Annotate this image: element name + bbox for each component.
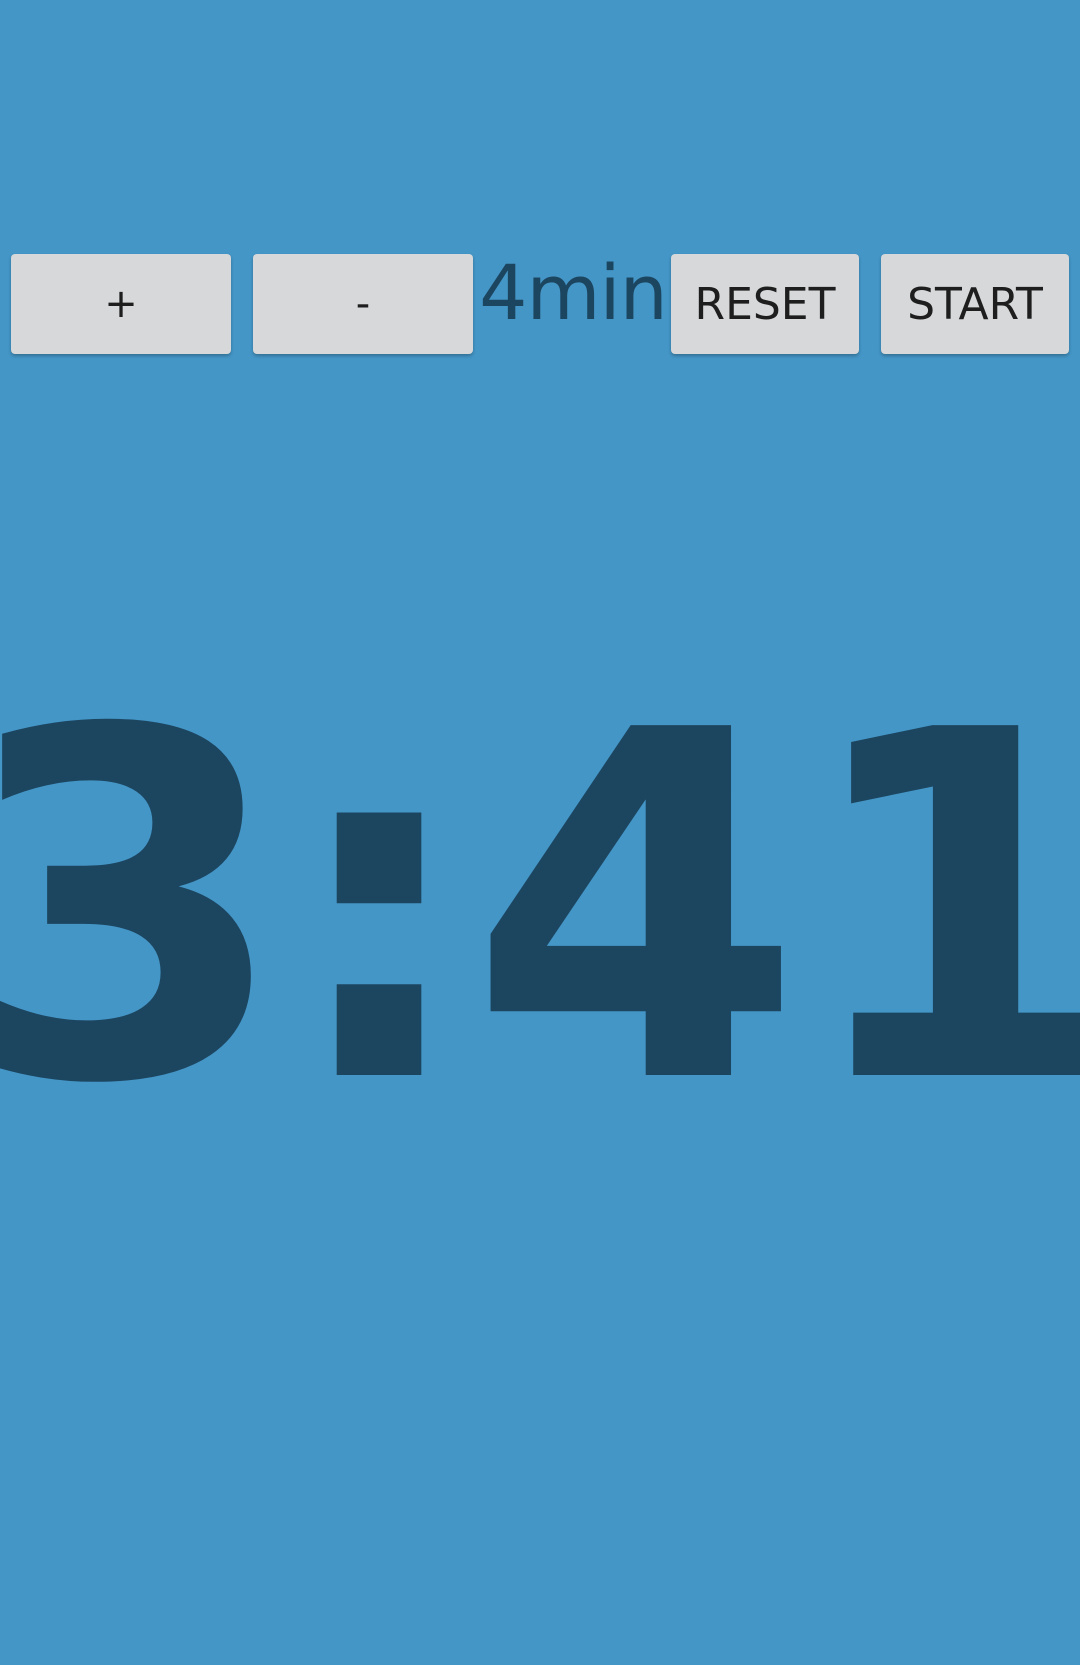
reset-button[interactable]: RESET (671, 254, 859, 354)
duration-label: 4min (479, 247, 668, 337)
timer-controls: + - 4min RESET START (0, 248, 1080, 354)
countdown-display: 3:41 (0, 630, 1080, 1189)
start-button[interactable]: START (881, 254, 1069, 354)
increase-duration-button[interactable]: + (11, 254, 231, 354)
decrease-duration-button[interactable]: - (253, 254, 473, 354)
